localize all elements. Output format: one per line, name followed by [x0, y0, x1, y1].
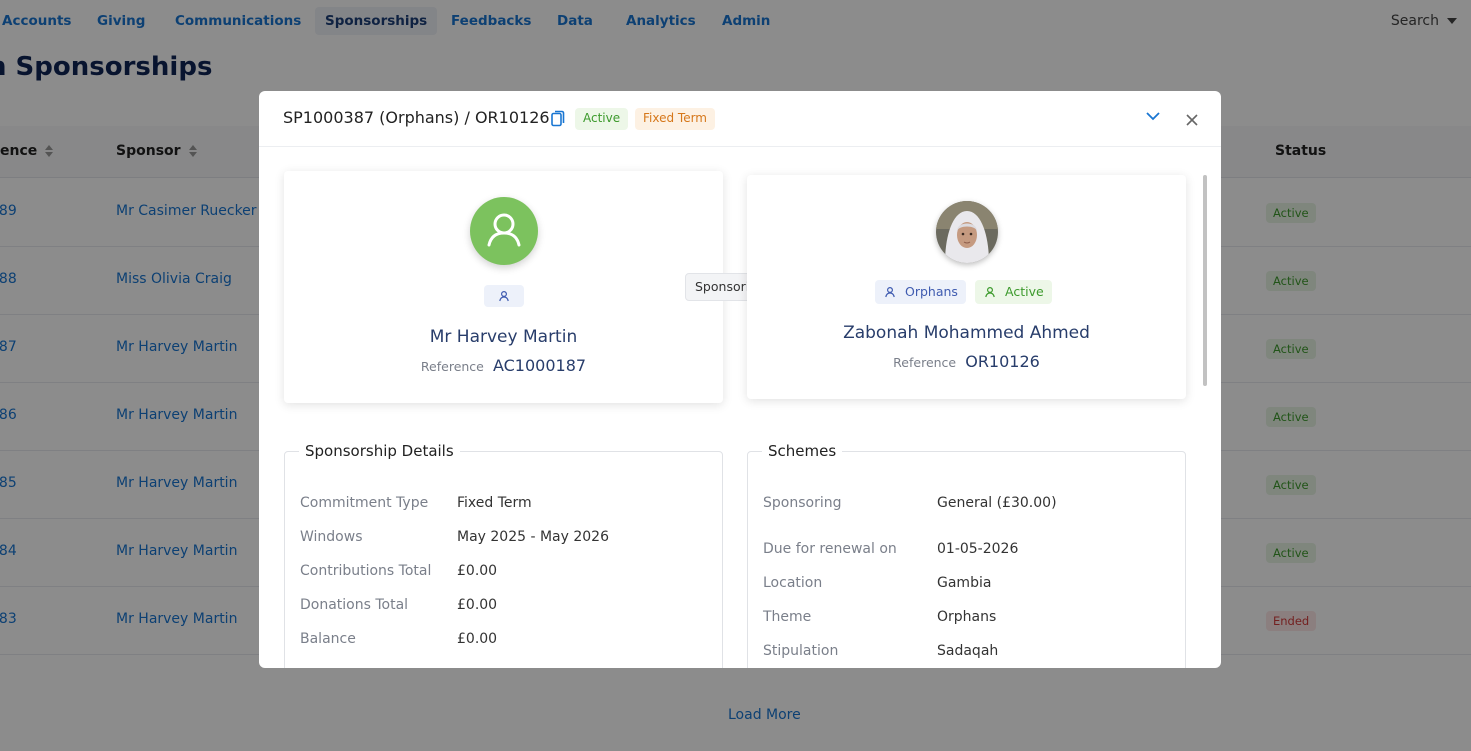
- sponsorship-details-section: Sponsorship Details Commitment Type Fixe…: [284, 442, 723, 668]
- reference-label: Reference: [893, 355, 957, 370]
- reference-value: AC1000187: [492, 356, 587, 375]
- detail-value: £0.00: [457, 631, 498, 647]
- sponsor-name: Mr Harvey Martin: [429, 327, 578, 347]
- beneficiary-status-tag: Active: [975, 280, 1052, 304]
- detail-label: Contributions Total: [300, 563, 432, 579]
- beneficiary-type-label: Orphans: [905, 284, 958, 299]
- sponsor-card[interactable]: Mr Harvey Martin Reference AC1000187: [284, 171, 723, 403]
- detail-label: Balance: [300, 631, 356, 647]
- sponsorship-modal: SP1000387 (Orphans) / OR10126 Active Fix…: [259, 91, 1221, 668]
- detail-value: May 2025 - May 2026: [457, 529, 609, 545]
- scheme-value: 01-05-2026: [937, 541, 1019, 557]
- schemes-section: Schemes Sponsoring General (£30.00) Due …: [747, 442, 1186, 668]
- scrollbar-thumb[interactable]: [1203, 175, 1207, 386]
- detail-value: £0.00: [457, 597, 498, 613]
- copy-icon[interactable]: [551, 110, 565, 127]
- scheme-label: Theme: [763, 609, 812, 625]
- sponsor-avatar: [470, 197, 538, 265]
- chevron-down-icon[interactable]: [1145, 110, 1161, 122]
- beneficiary-name: Zabonah Mohammed Ahmed: [843, 323, 1090, 343]
- user-icon: [499, 290, 509, 302]
- user-icon: [885, 286, 895, 298]
- detail-value: £0.00: [457, 563, 498, 579]
- close-icon[interactable]: [1185, 113, 1199, 127]
- status-badge: Active: [575, 108, 629, 130]
- beneficiary-type-tag: Orphans: [875, 280, 966, 304]
- reference-label: Reference: [420, 359, 484, 374]
- modal-body: Mr Harvey Martin Reference AC1000187 Spo…: [259, 147, 1221, 668]
- detail-label: Windows: [300, 529, 363, 545]
- user-icon: [487, 213, 521, 247]
- section-title: Schemes: [768, 442, 837, 460]
- beneficiary-photo: [936, 201, 998, 263]
- scheme-label: Sponsoring: [763, 495, 842, 511]
- modal-title: SP1000387 (Orphans) / OR10126: [283, 108, 550, 127]
- scheme-value: Sadaqah: [937, 643, 999, 659]
- scheme-value: General (£30.00): [937, 495, 1057, 511]
- beneficiary-reference: Reference OR10126: [747, 352, 1186, 371]
- reference-value: OR10126: [965, 352, 1040, 371]
- sponsor-reference: Reference AC1000187: [284, 356, 723, 375]
- user-icon: [985, 286, 995, 298]
- scheme-label: Location: [763, 575, 823, 591]
- detail-value: Fixed Term: [457, 495, 532, 511]
- beneficiary-status-label: Active: [1005, 284, 1044, 299]
- modal-header: SP1000387 (Orphans) / OR10126 Active Fix…: [259, 91, 1221, 147]
- scheme-label: Stipulation: [763, 643, 839, 659]
- sponsor-type-tag: [484, 285, 524, 307]
- scheme-value: Orphans: [937, 609, 997, 625]
- section-title: Sponsorship Details: [305, 442, 454, 460]
- detail-label: Commitment Type: [300, 495, 429, 511]
- scheme-label: Due for renewal on: [763, 541, 897, 557]
- term-badge: Fixed Term: [635, 108, 715, 130]
- detail-label: Donations Total: [300, 597, 409, 613]
- beneficiary-card[interactable]: Orphans Active Zabonah Mohammed Ahmed Re…: [747, 175, 1186, 399]
- scheme-value: Gambia: [937, 575, 992, 591]
- modal-scrollbar[interactable]: [1200, 153, 1210, 667]
